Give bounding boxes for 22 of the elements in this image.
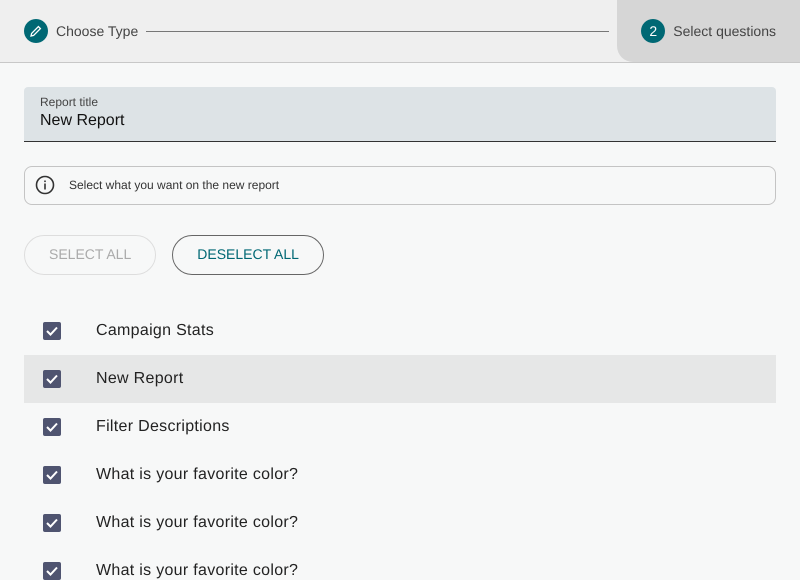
info-icon: [35, 175, 55, 196]
question-label[interactable]: What is your favorite color?: [96, 462, 298, 487]
field-value: New Report: [40, 111, 126, 131]
question-label[interactable]: What is your favorite color?: [96, 558, 298, 580]
step[interactable]: 2 Select questions: [617, 0, 800, 62]
question-label[interactable]: Campaign Stats: [96, 318, 214, 343]
checkbox[interactable]: [43, 418, 61, 436]
info-text: Select what you want on the new report: [69, 177, 280, 194]
field-label: Report title: [40, 94, 100, 111]
checkbox[interactable]: [43, 562, 61, 580]
checkbox[interactable]: [43, 322, 61, 340]
pill-button[interactable]: DESELECT ALL: [172, 234, 324, 275]
checkbox[interactable]: [43, 370, 61, 388]
checkbox[interactable]: [43, 466, 61, 484]
question-label[interactable]: Filter Descriptions: [96, 414, 230, 439]
report-title-field[interactable]: Report title New Report: [24, 87, 776, 142]
question-label[interactable]: What is your favorite color?: [96, 510, 298, 535]
step-number: 2: [641, 19, 666, 43]
step[interactable]: Choose Type: [24, 0, 138, 62]
question-label[interactable]: New Report: [96, 366, 184, 391]
checkbox[interactable]: [43, 514, 61, 532]
pencil-icon: [24, 19, 48, 43]
